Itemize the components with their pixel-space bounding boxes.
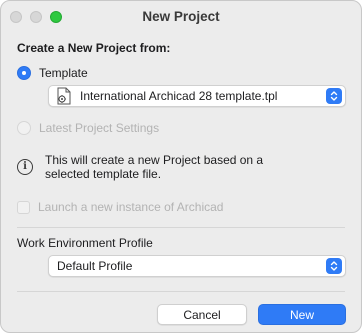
new-project-dialog: New Project Create a New Project from: T… bbox=[0, 0, 362, 333]
template-file-value: International Archicad 28 template.tpl bbox=[80, 89, 278, 103]
launch-new-instance-checkbox[interactable] bbox=[17, 200, 30, 214]
info-text: This will create a new Project based on … bbox=[45, 153, 264, 181]
section-title: Create a New Project from: bbox=[17, 41, 171, 55]
dialog-title: New Project bbox=[142, 9, 220, 24]
cancel-button[interactable]: Cancel bbox=[157, 304, 247, 325]
template-radio-button[interactable] bbox=[17, 66, 31, 80]
template-radio-option[interactable]: Template bbox=[17, 66, 88, 80]
title-bar: New Project bbox=[1, 1, 361, 33]
latest-project-settings-label: Latest Project Settings bbox=[39, 121, 160, 135]
template-radio-label: Template bbox=[39, 66, 88, 80]
divider bbox=[17, 227, 345, 228]
info-message: i This will create a new Project based o… bbox=[17, 153, 305, 181]
updown-chevron-icon bbox=[326, 258, 342, 274]
work-environment-profile-value: Default Profile bbox=[57, 259, 133, 273]
new-button[interactable]: New bbox=[258, 304, 346, 325]
divider bbox=[17, 291, 345, 292]
work-environment-profile-popup[interactable]: Default Profile bbox=[48, 255, 346, 277]
latest-project-settings-option[interactable]: Latest Project Settings bbox=[17, 121, 159, 135]
info-icon: i bbox=[17, 159, 33, 175]
latest-project-settings-radio-button[interactable] bbox=[17, 121, 31, 135]
launch-new-instance-option[interactable]: Launch a new instance of Archicad bbox=[17, 200, 223, 214]
launch-new-instance-label: Launch a new instance of Archicad bbox=[38, 200, 224, 214]
template-file-popup[interactable]: International Archicad 28 template.tpl bbox=[48, 85, 346, 107]
template-file-icon bbox=[57, 87, 71, 105]
work-environment-profile-label: Work Environment Profile bbox=[17, 236, 153, 250]
updown-chevron-icon bbox=[326, 88, 342, 104]
